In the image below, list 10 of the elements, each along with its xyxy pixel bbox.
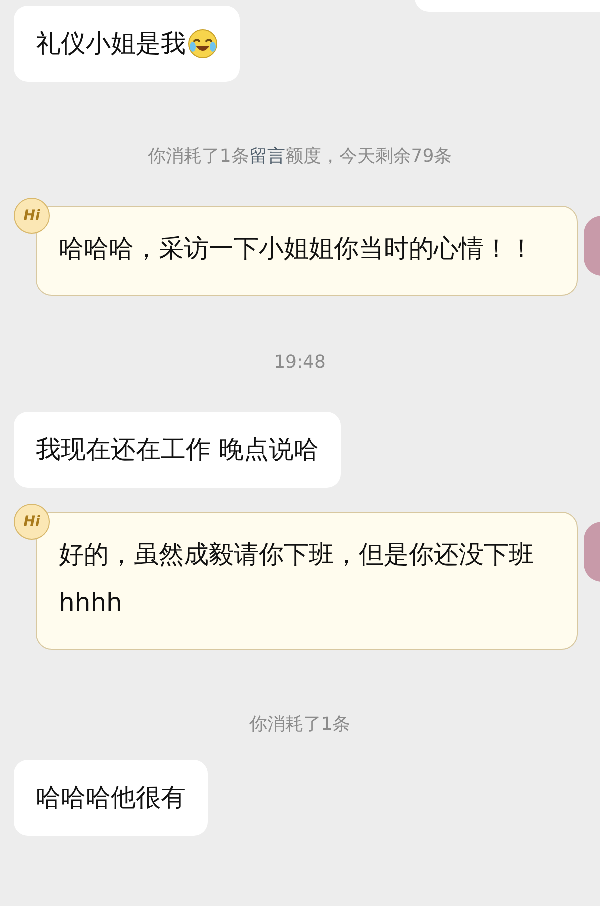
message-text: 我现在还在工作 晚点说哈 (36, 434, 319, 466)
message-text: 好的，虽然成毅请你下班，但是你还没下班hhhh (59, 539, 535, 619)
system-notice: 你消耗了1条留言额度，今天剩余79条 (148, 146, 452, 167)
message-text: 哈哈哈，采访一下小姐姐你当时的心情！！ (59, 233, 535, 265)
system-notice: 你消耗了1条 (249, 714, 351, 735)
timestamp: 19:48 (274, 352, 326, 373)
hi-badge: Hi (14, 198, 50, 234)
message-text: 哈哈哈他很有 (36, 782, 186, 814)
message-text: 礼仪小姐是我 (36, 28, 186, 60)
hi-badge: Hi (14, 504, 50, 540)
